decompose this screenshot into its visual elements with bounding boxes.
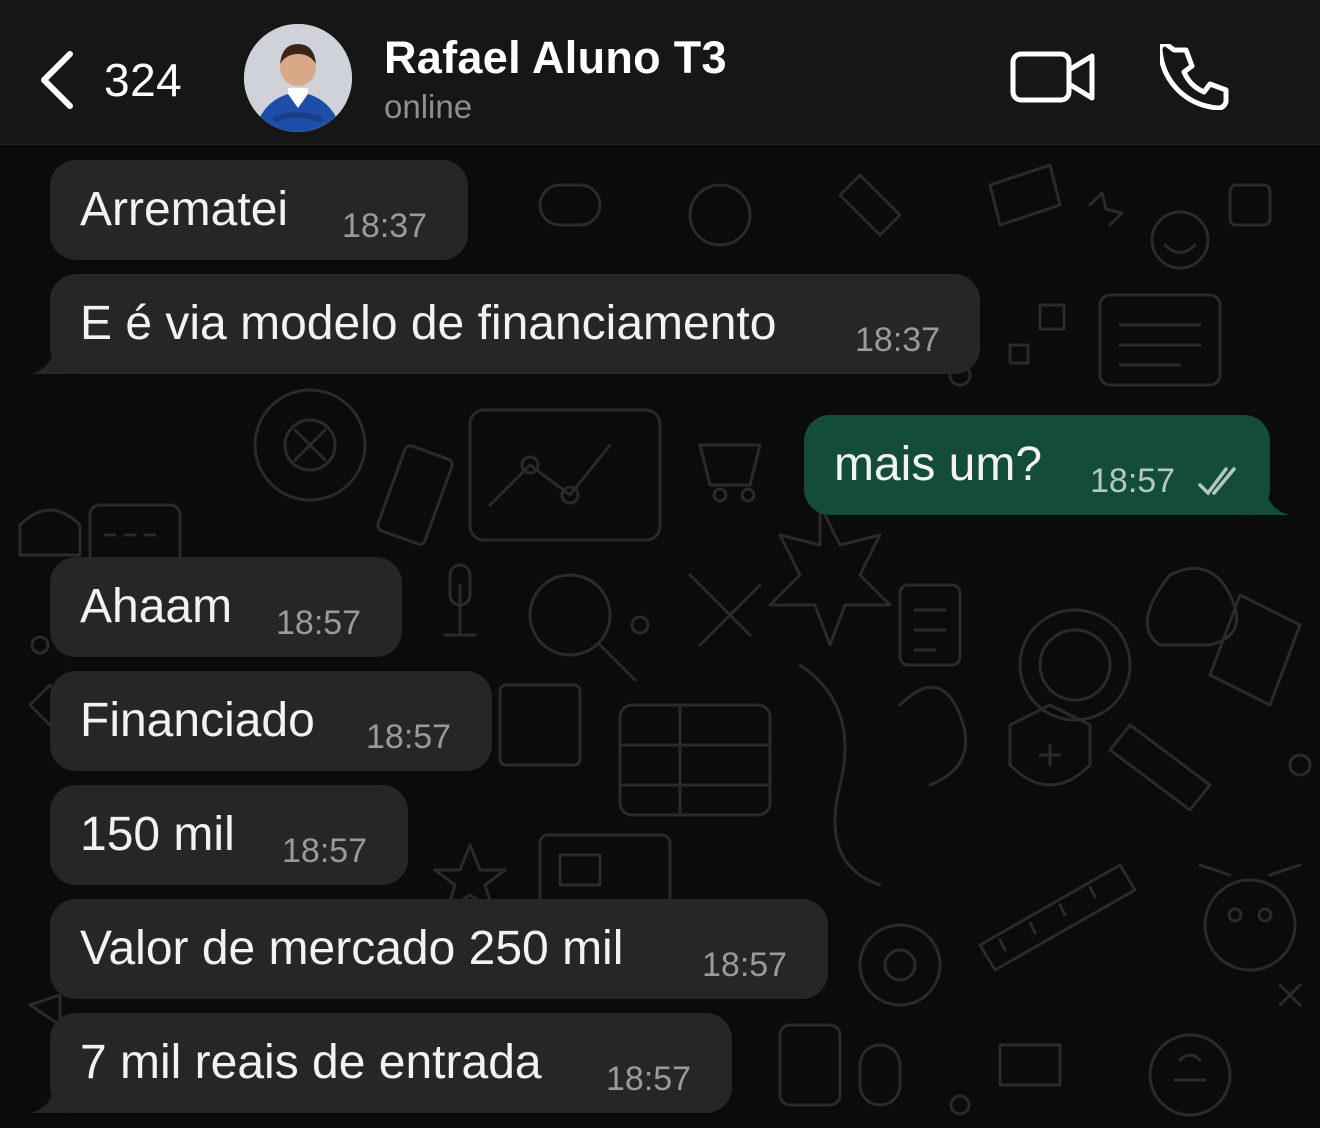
message-bubble-incoming[interactable]: 7 mil reais de entrada 18:57 [50, 1013, 732, 1113]
chat-screen: 324 Rafael Aluno T3 online Arrematei 18:… [0, 0, 1320, 1128]
message-time: 18:57 [366, 718, 452, 756]
message-text: mais um? [834, 438, 1043, 491]
video-camera-icon [1008, 51, 1098, 114]
message-text: Valor de mercado 250 mil [80, 922, 624, 975]
chat-header: 324 Rafael Aluno T3 online [0, 0, 1320, 145]
contact-status: online [384, 88, 473, 125]
message-text: Ahaam [80, 580, 233, 633]
message-bubble-incoming[interactable]: Ahaam 18:57 [50, 557, 402, 657]
message-text: 150 mil [80, 808, 235, 861]
message-bubble-incoming[interactable]: 150 mil 18:57 [50, 785, 408, 885]
contact-info[interactable]: Rafael Aluno T3 online [384, 32, 727, 126]
chevron-left-icon [36, 48, 78, 112]
message-bubble-incoming[interactable]: Valor de mercado 250 mil 18:57 [50, 899, 828, 999]
message-time: 18:57 [276, 604, 362, 642]
back-button[interactable]: 324 [36, 48, 206, 112]
avatar[interactable] [244, 24, 352, 132]
bubble-tail [30, 1085, 70, 1113]
message-time: 18:37 [855, 321, 941, 359]
bubble-tail [30, 346, 70, 374]
message-bubble-incoming[interactable]: E é via modelo de financiamento 18:37 [50, 274, 980, 374]
message-time: 18:57 [282, 832, 368, 870]
message-text: Financiado [80, 694, 315, 747]
message-text: 7 mil reais de entrada [80, 1036, 542, 1089]
message-time: 18:57 [1090, 462, 1176, 500]
message-text: Arrematei [80, 183, 289, 236]
message-time: 18:37 [342, 207, 428, 245]
contact-name: Rafael Aluno T3 [384, 32, 727, 83]
message-bubble-outgoing[interactable]: mais um? 18:57 [804, 415, 1270, 515]
message-bubble-incoming[interactable]: Arrematei 18:37 [50, 160, 468, 260]
double-check-icon [1196, 463, 1244, 504]
message-text: E é via modelo de financiamento [80, 297, 777, 350]
message-time: 18:57 [702, 946, 788, 984]
unread-count: 324 [104, 54, 183, 106]
bubble-tail [1250, 487, 1290, 515]
message-bubble-incoming[interactable]: Financiado 18:57 [50, 671, 492, 771]
video-call-button[interactable] [1008, 44, 1098, 110]
voice-call-button[interactable] [1157, 41, 1230, 111]
phone-icon [1157, 41, 1230, 114]
message-time: 18:57 [606, 1060, 692, 1098]
